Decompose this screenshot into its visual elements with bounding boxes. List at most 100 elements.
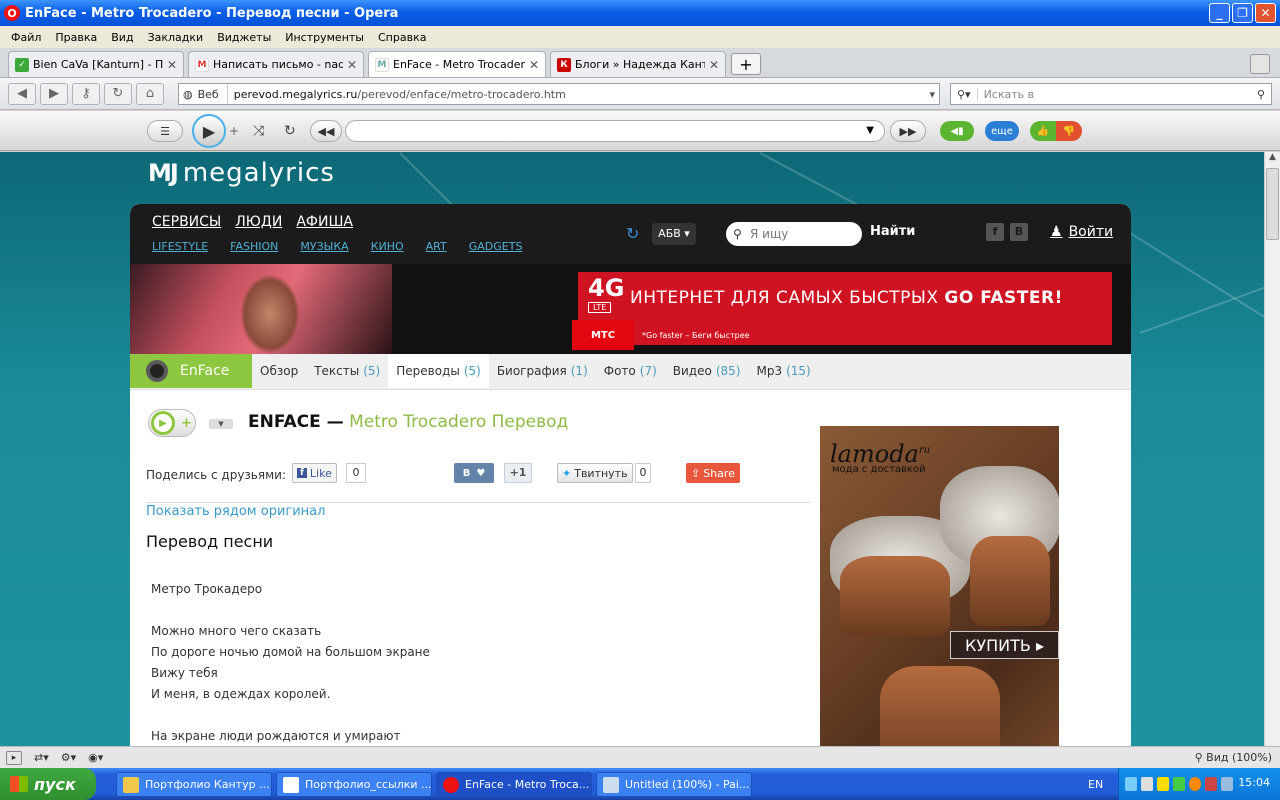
tab-mp3[interactable]: Mp3 (15) bbox=[748, 354, 818, 388]
add-icon[interactable]: + bbox=[229, 124, 239, 138]
tab-texts[interactable]: Тексты (5) bbox=[306, 354, 388, 388]
close-tab-icon[interactable]: ✕ bbox=[529, 58, 539, 72]
song-play-button[interactable]: ▶ + bbox=[148, 409, 196, 437]
login-link[interactable]: ♟ Войти bbox=[1050, 224, 1113, 240]
chevron-down-icon[interactable]: ▼ bbox=[209, 419, 233, 429]
start-button[interactable]: пуск bbox=[0, 768, 96, 800]
ad-banner[interactable]: 4G LTE ИНТЕРНЕТ ДЛЯ САМЫХ БЫСТРЫХ GO FAS… bbox=[130, 264, 1131, 354]
repeat-icon[interactable]: ↻ bbox=[284, 123, 296, 139]
tab-photo[interactable]: Фото (7) bbox=[596, 354, 665, 388]
volume-icon[interactable]: ◀▮ bbox=[940, 121, 974, 141]
url-input[interactable]: ◍ Веб perevod.megalyrics.ru/perevod/enfac… bbox=[178, 83, 940, 105]
trash-icon[interactable] bbox=[1250, 54, 1270, 74]
network-icon[interactable] bbox=[1125, 777, 1137, 791]
find-button[interactable]: Найти bbox=[870, 224, 915, 239]
site-search-input[interactable]: ⚲ Я ищу bbox=[726, 222, 862, 246]
menu-tools[interactable]: Инструменты bbox=[278, 31, 371, 44]
sync-icon[interactable]: ⇄▾ bbox=[34, 751, 49, 764]
tweet-button[interactable]: ✦ Твитнуть bbox=[557, 463, 633, 483]
menu-file[interactable]: Файл bbox=[4, 31, 48, 44]
new-tab-button[interactable]: + bbox=[731, 53, 761, 75]
battery-icon[interactable] bbox=[1157, 777, 1169, 791]
taskbar-item-folder[interactable]: Портфолио Кантур ... bbox=[116, 772, 272, 797]
megalyrics-logo[interactable]: MJ megalyrics bbox=[148, 158, 335, 188]
key-icon[interactable]: ⚷ bbox=[72, 82, 100, 105]
facebook-icon[interactable]: f bbox=[986, 223, 1004, 241]
lamoda-ad[interactable]: lamodaru мода с доставкой КУПИТЬ ▸ bbox=[820, 426, 1059, 746]
refresh-icon[interactable]: ↻ bbox=[626, 224, 639, 243]
thumbs-down-icon[interactable]: 👎 bbox=[1056, 121, 1082, 141]
menu-icon[interactable]: ☰ bbox=[147, 120, 183, 142]
close-button[interactable]: ✕ bbox=[1255, 3, 1276, 23]
taskbar-item-paint[interactable]: Untitled (100%) - Pai... bbox=[596, 772, 752, 797]
web-info[interactable]: ◍ Веб bbox=[179, 84, 228, 104]
maximize-button[interactable]: ❐ bbox=[1232, 3, 1253, 23]
tool-icon[interactable] bbox=[1205, 777, 1217, 791]
nav-kino[interactable]: КИНО bbox=[371, 240, 404, 253]
forward-icon[interactable]: ▶ bbox=[40, 82, 68, 105]
facebook-like-button[interactable]: f Like bbox=[292, 463, 337, 483]
taskbar-item-opera[interactable]: EnFace - Metro Troca... bbox=[436, 772, 592, 797]
chevron-down-icon[interactable]: ▾ bbox=[929, 88, 935, 101]
shuffle-icon[interactable]: ⤨ bbox=[253, 123, 264, 139]
panel-toggle-icon[interactable]: ▸ bbox=[6, 750, 22, 765]
antivirus-icon[interactable] bbox=[1173, 777, 1185, 791]
search-icon[interactable]: ⚲ bbox=[1257, 88, 1265, 101]
tab-write-mail[interactable]: M Написать письмо - nad... ✕ bbox=[188, 51, 364, 77]
search-engine-icon[interactable]: ⚲▾ bbox=[951, 88, 977, 101]
menu-help[interactable]: Справка bbox=[371, 31, 433, 44]
alphabet-select[interactable]: АБВ ▾ bbox=[652, 223, 696, 245]
minimize-button[interactable]: _ bbox=[1209, 3, 1230, 23]
menu-edit[interactable]: Правка bbox=[48, 31, 104, 44]
tab-blogs[interactable]: К Блоги » Надежда Кант... ✕ bbox=[550, 51, 726, 77]
tab-translations[interactable]: Переводы (5) bbox=[388, 354, 489, 388]
nav-lifestyle[interactable]: LIFESTYLE bbox=[152, 240, 208, 253]
tab-bien-cava[interactable]: ✓ Bien CaVa [Kanturn] - П... ✕ bbox=[8, 51, 184, 77]
buy-button[interactable]: КУПИТЬ ▸ bbox=[950, 631, 1059, 659]
back-icon[interactable]: ◀ bbox=[8, 82, 36, 105]
nav-art[interactable]: ART bbox=[426, 240, 447, 253]
nav-afisha[interactable]: АФИША bbox=[296, 214, 353, 230]
nav-people[interactable]: ЛЮДИ bbox=[235, 214, 282, 230]
nav-gadgets[interactable]: GADGETS bbox=[469, 240, 523, 253]
close-tab-icon[interactable]: ✕ bbox=[709, 58, 719, 72]
menu-view[interactable]: Вид bbox=[104, 31, 140, 44]
close-tab-icon[interactable]: ✕ bbox=[347, 58, 357, 72]
language-indicator[interactable]: EN bbox=[1088, 778, 1103, 791]
track-select[interactable]: ▼ bbox=[345, 120, 885, 142]
thumbs-up-icon[interactable]: 👍 bbox=[1030, 121, 1056, 141]
nav-fashion[interactable]: FASHION bbox=[230, 240, 278, 253]
artist-name-badge[interactable]: EnFace bbox=[130, 354, 252, 388]
unite-icon[interactable]: ⚙▾ bbox=[61, 751, 76, 764]
scroll-up-icon[interactable]: ▲ bbox=[1265, 152, 1280, 168]
nav-services[interactable]: СЕРВИСЫ bbox=[152, 214, 221, 230]
reload-icon[interactable]: ↻ bbox=[104, 82, 132, 105]
tab-biography[interactable]: Биография (1) bbox=[489, 354, 596, 388]
tab-video[interactable]: Видео (85) bbox=[665, 354, 749, 388]
nav-music[interactable]: МУЗЫКА bbox=[300, 240, 348, 253]
vertical-scrollbar[interactable]: ▲ bbox=[1264, 152, 1280, 746]
update-icon[interactable] bbox=[1221, 777, 1233, 791]
share-button[interactable]: ⇪ Share bbox=[686, 463, 740, 483]
more-button[interactable]: еще bbox=[985, 121, 1019, 141]
vk-like-button[interactable]: В ♥ bbox=[454, 463, 494, 483]
tab-enface[interactable]: M EnFace - Metro Trocader... ✕ bbox=[368, 51, 546, 77]
search-input[interactable]: ⚲▾ Искать в ⚲ bbox=[950, 83, 1272, 105]
fast-forward-icon[interactable]: ▶▶ bbox=[890, 120, 926, 142]
song-artist[interactable]: ENFACE — bbox=[248, 412, 344, 432]
zoom-level[interactable]: ⚲ Вид (100%) bbox=[1195, 751, 1272, 764]
taskbar-item-doc[interactable]: Портфолио_ссылки ... bbox=[276, 772, 432, 797]
tab-overview[interactable]: Обзор bbox=[252, 354, 306, 388]
play-icon[interactable]: ▶ bbox=[192, 114, 226, 148]
close-tab-icon[interactable]: ✕ bbox=[167, 58, 177, 72]
chrome-icon[interactable] bbox=[1189, 777, 1201, 791]
menu-bookmarks[interactable]: Закладки bbox=[141, 31, 211, 44]
home-icon[interactable]: ⌂ bbox=[136, 82, 164, 105]
menu-widgets[interactable]: Виджеты bbox=[210, 31, 278, 44]
window-titlebar[interactable]: O EnFace - Metro Trocadero - Перевод пес… bbox=[0, 0, 1280, 26]
rewind-icon[interactable]: ◀◀ bbox=[310, 120, 342, 142]
scroll-thumb[interactable] bbox=[1266, 168, 1279, 240]
volume-icon[interactable] bbox=[1141, 777, 1153, 791]
vk-icon[interactable]: B bbox=[1010, 223, 1028, 241]
show-original-link[interactable]: Показать рядом оригинал bbox=[146, 504, 325, 519]
